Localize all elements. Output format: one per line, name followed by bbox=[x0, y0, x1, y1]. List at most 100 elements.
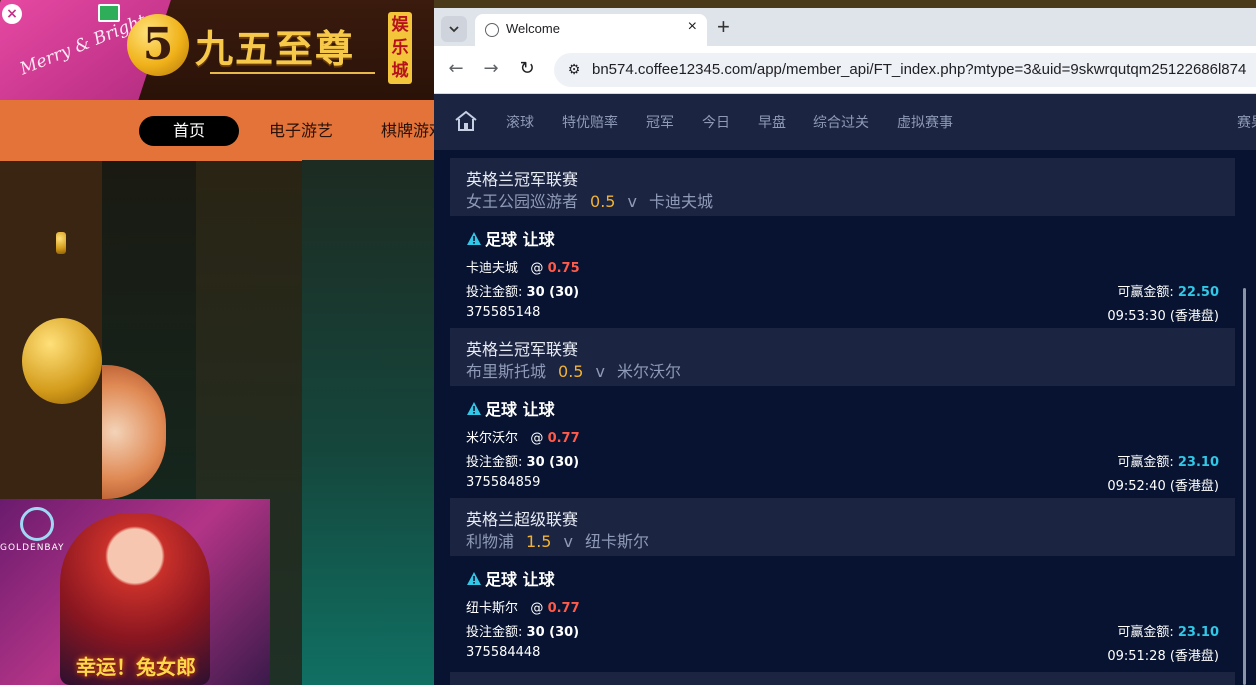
tab-title: Welcome bbox=[506, 21, 560, 36]
promo-brand: GOLDENBAY bbox=[0, 543, 65, 553]
site-info-icon[interactable]: ⚙ bbox=[564, 60, 584, 80]
win-label: 可赢金额: bbox=[1117, 625, 1174, 640]
away-team: 米尔沃尔 bbox=[616, 362, 681, 381]
window-top-strip bbox=[434, 0, 1256, 8]
url-text[interactable]: bn574.coffee12345.com/app/member_api/FT_… bbox=[592, 61, 1246, 78]
win-line: 可赢金额: 23.10 bbox=[1117, 621, 1219, 640]
ticket-id: 375584448 bbox=[466, 645, 541, 660]
vs-label: v bbox=[627, 192, 637, 211]
coin-icon bbox=[56, 232, 66, 254]
bet-header: 英格兰超级联赛 利物浦 1.5 v 纽卡斯尔 bbox=[450, 498, 1235, 556]
promo-title: 幸运！兔女郎 bbox=[76, 655, 196, 679]
stake-line: 投注金额: 30 (30) bbox=[466, 281, 579, 300]
home-icon[interactable] bbox=[454, 109, 478, 133]
win-label: 可赢金额: bbox=[1117, 285, 1174, 300]
away-team: 纽卡斯尔 bbox=[584, 532, 649, 551]
stake-value: 30 (30) bbox=[526, 625, 580, 640]
odds-value: 0.77 bbox=[547, 431, 580, 446]
sportsbook-nav: 滚球 特优赔率 冠军 今日 早盘 综合过关 虚拟赛事 赛果 bbox=[434, 94, 1256, 150]
at-symbol: @ bbox=[530, 601, 544, 616]
logo-side-label: 娱乐城 bbox=[388, 12, 412, 84]
nav-early[interactable]: 早盘 bbox=[758, 112, 786, 132]
background-website: Merry & Bright × 5 九五至尊 娱乐城 首页 电子游艺 棋牌游戏… bbox=[0, 0, 434, 685]
win-value: 23.10 bbox=[1177, 455, 1219, 470]
nav-outright[interactable]: 冠军 bbox=[646, 112, 674, 132]
pick-team: 米尔沃尔 bbox=[466, 431, 519, 446]
pick-team: 纽卡斯尔 bbox=[466, 601, 519, 616]
at-symbol: @ bbox=[530, 431, 544, 446]
stake-label: 投注金额: bbox=[466, 455, 523, 470]
nav-special-odds[interactable]: 特优赔率 bbox=[562, 112, 618, 132]
stake-line: 投注金额: 30 (30) bbox=[466, 451, 579, 470]
home-team: 利物浦 bbox=[466, 532, 515, 551]
back-button[interactable]: ← bbox=[444, 57, 468, 81]
home-team: 女王公园巡游者 bbox=[466, 192, 579, 211]
ticket-id: 375585148 bbox=[466, 305, 541, 320]
pick-team: 卡迪夫城 bbox=[466, 261, 519, 276]
next-bet-header bbox=[450, 672, 1235, 685]
new-tab-button[interactable]: + bbox=[717, 14, 730, 40]
pick-line: 米尔沃尔 @ 0.77 bbox=[466, 427, 580, 446]
coin-icon bbox=[22, 318, 102, 404]
bet-header: 英格兰冠军联赛 布里斯托城 0.5 v 米尔沃尔 bbox=[450, 328, 1235, 386]
stake-label: 投注金额: bbox=[466, 285, 523, 300]
nav-virtual[interactable]: 虚拟赛事 bbox=[897, 112, 953, 132]
stake-value: 30 (30) bbox=[526, 455, 580, 470]
match-line: 布里斯托城 0.5 v 米尔沃尔 bbox=[466, 358, 681, 382]
bet-type-label: 足球 让球 bbox=[485, 400, 555, 419]
site-nav-cards[interactable]: 棋牌游戏 bbox=[381, 116, 434, 146]
forward-button[interactable]: → bbox=[479, 57, 503, 81]
pick-line: 纽卡斯尔 @ 0.77 bbox=[466, 597, 580, 616]
odds-value: 0.75 bbox=[547, 261, 580, 276]
odds-value: 0.77 bbox=[547, 601, 580, 616]
league-name: 英格兰冠军联赛 bbox=[466, 340, 579, 359]
warning-icon bbox=[467, 402, 481, 415]
bet-time: 09:53:30 (香港盘) bbox=[1107, 309, 1219, 324]
stake-line: 投注金额: 30 (30) bbox=[466, 621, 579, 640]
site-logo-text: 九五至尊 bbox=[195, 26, 356, 71]
win-value: 22.50 bbox=[1177, 285, 1219, 300]
nav-parlay[interactable]: 综合过关 bbox=[813, 112, 869, 132]
bet-header: 英格兰冠军联赛 女王公园巡游者 0.5 v 卡迪夫城 bbox=[450, 158, 1235, 216]
handicap: 1.5 bbox=[526, 532, 552, 551]
win-line: 可赢金额: 22.50 bbox=[1117, 281, 1219, 300]
browser-tab[interactable]: Welcome × bbox=[475, 14, 707, 46]
scrollbar-thumb[interactable] bbox=[1243, 288, 1246, 685]
globe-icon bbox=[485, 23, 499, 37]
bet-time: 09:52:40 (香港盘) bbox=[1107, 479, 1219, 494]
browser-toolbar: ← → ↻ ⚙ bn574.coffee12345.com/app/member… bbox=[434, 46, 1256, 94]
bet-type-label: 足球 让球 bbox=[485, 230, 555, 249]
chevron-down-icon[interactable] bbox=[441, 16, 467, 42]
handicap: 0.5 bbox=[558, 362, 584, 381]
home-team: 布里斯托城 bbox=[466, 362, 547, 381]
vs-label: v bbox=[595, 362, 605, 381]
nav-results[interactable]: 赛果 bbox=[1237, 112, 1256, 132]
win-label: 可赢金额: bbox=[1117, 455, 1174, 470]
site-nav-home[interactable]: 首页 bbox=[139, 116, 239, 146]
stake-value: 30 (30) bbox=[526, 285, 580, 300]
tab-bar: Welcome × + bbox=[434, 8, 1256, 46]
nav-live[interactable]: 滚球 bbox=[506, 112, 534, 132]
nav-today[interactable]: 今日 bbox=[702, 112, 730, 132]
goldenbay-logo-icon bbox=[20, 507, 54, 541]
bet-type: 足球 让球 bbox=[466, 566, 555, 590]
match-line: 女王公园巡游者 0.5 v 卡迪夫城 bbox=[466, 188, 713, 212]
reload-button[interactable]: ↻ bbox=[515, 57, 539, 81]
at-symbol: @ bbox=[530, 261, 544, 276]
decor-panel bbox=[302, 160, 434, 685]
league-name: 英格兰超级联赛 bbox=[466, 510, 579, 529]
close-icon[interactable]: × bbox=[688, 18, 697, 36]
pick-line: 卡迪夫城 @ 0.75 bbox=[466, 257, 580, 276]
handicap: 0.5 bbox=[590, 192, 616, 211]
close-icon[interactable]: × bbox=[2, 4, 22, 24]
bet-time: 09:51:28 (香港盘) bbox=[1107, 649, 1219, 664]
site-nav-slots[interactable]: 电子游艺 bbox=[269, 116, 333, 146]
site-logo[interactable]: 5 bbox=[127, 14, 189, 76]
away-team: 卡迪夫城 bbox=[648, 192, 713, 211]
bet-card: 英格兰冠军联赛 布里斯托城 0.5 v 米尔沃尔 足球 让球 米尔沃尔 @ 0.77 … bbox=[450, 328, 1235, 498]
warning-icon bbox=[467, 232, 481, 245]
address-bar[interactable]: ⚙ bn574.coffee12345.com/app/member_api/F… bbox=[554, 53, 1256, 87]
logo-ornament bbox=[210, 72, 375, 74]
league-name: 英格兰冠军联赛 bbox=[466, 170, 579, 189]
bet-type-label: 足球 让球 bbox=[485, 570, 555, 589]
